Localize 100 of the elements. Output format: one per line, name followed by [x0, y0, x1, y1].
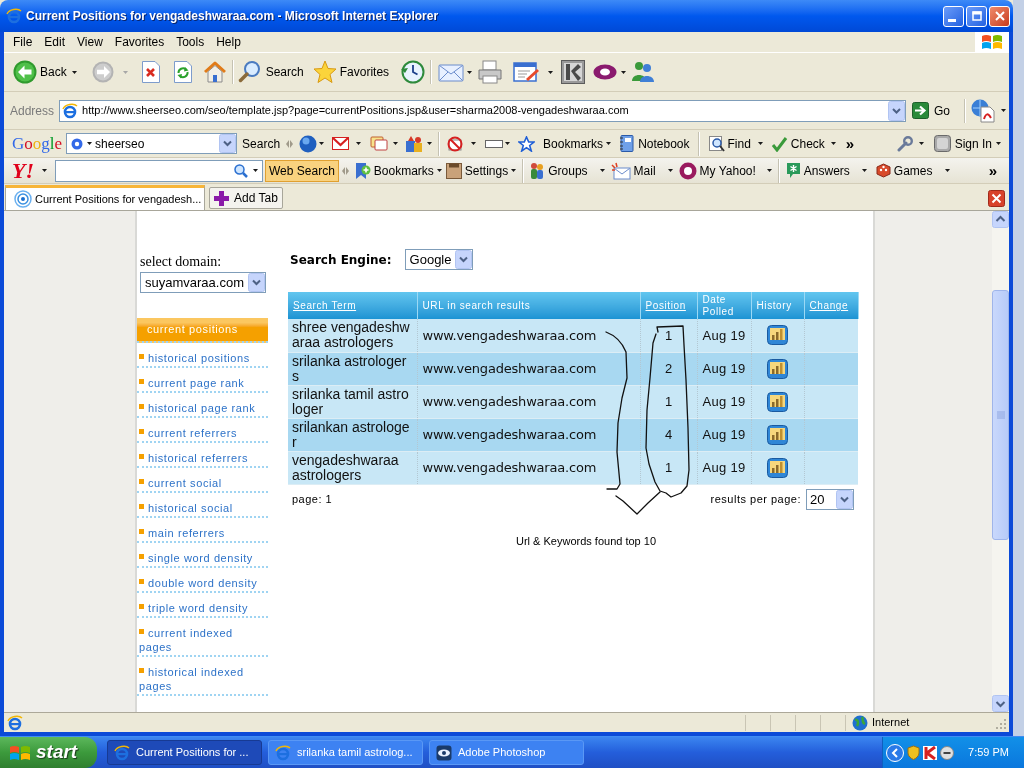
- back-button[interactable]: Back: [13, 60, 67, 84]
- go-button[interactable]: Go: [912, 101, 951, 120]
- results-per-page-select[interactable]: 20: [806, 489, 854, 510]
- dropdown-caret-icon[interactable]: [944, 169, 950, 172]
- more-button[interactable]: »: [988, 163, 997, 178]
- history-icon[interactable]: [400, 60, 426, 84]
- search-field[interactable]: sheerseo: [66, 133, 238, 154]
- toolbar-button[interactable]: Games: [875, 161, 933, 180]
- scroll-down-button[interactable]: [992, 695, 1009, 712]
- favorites-button[interactable]: Favorites: [312, 60, 390, 84]
- dropdown-caret-icon[interactable]: [42, 169, 47, 172]
- dropdown-caret-icon[interactable]: [436, 169, 442, 172]
- dropdown-caret-icon[interactable]: [471, 142, 477, 145]
- globe-document-icon[interactable]: [970, 98, 997, 123]
- bookmarks-button[interactable]: Bookmarks: [518, 134, 604, 153]
- home-icon[interactable]: [202, 61, 227, 83]
- square-logo-icon[interactable]: [561, 60, 586, 84]
- no-entry-icon[interactable]: [447, 135, 464, 152]
- dropdown-caret-icon[interactable]: [606, 142, 612, 145]
- address-field[interactable]: http://www.sheerseo.com/seo/template.jsp?page=currentPositions.jsp&user=sharma2008-vengadeshwaraa.com: [59, 99, 907, 122]
- find-button[interactable]: Find: [708, 134, 751, 153]
- taskbar-button[interactable]: srilanka tamil astrolog...: [268, 740, 423, 765]
- more-button[interactable]: »: [845, 136, 855, 151]
- dropdown-caret-icon[interactable]: [319, 142, 325, 145]
- oval-logo-icon[interactable]: [593, 64, 618, 80]
- toolbar-button[interactable]: Settings: [445, 161, 509, 180]
- dropdown-caret-icon[interactable]: [599, 169, 605, 172]
- toolbar-button[interactable]: Mail: [610, 161, 656, 180]
- search-field[interactable]: [55, 159, 263, 182]
- minimize-button[interactable]: [943, 5, 964, 27]
- dropdown-caret-icon[interactable]: [505, 142, 511, 145]
- bar-chart-icon[interactable]: [767, 325, 788, 346]
- vertical-scrollbar[interactable]: [992, 211, 1009, 712]
- nav-link[interactable]: main referrers: [137, 518, 268, 543]
- notebook-button[interactable]: Notebook: [619, 134, 690, 153]
- bar-chart-icon[interactable]: [767, 391, 788, 412]
- nav-link[interactable]: current social: [137, 468, 268, 493]
- dropdown-caret-icon[interactable]: [1001, 109, 1007, 112]
- check-button[interactable]: Check: [770, 134, 825, 153]
- menu-item[interactable]: Edit: [38, 32, 72, 52]
- toolbar-button[interactable]: Bookmarks: [354, 161, 434, 180]
- dropdown-caret-icon[interactable]: [393, 142, 399, 145]
- taskbar-button[interactable]: Current Positions for ...: [107, 740, 262, 765]
- nav-link[interactable]: single word density: [137, 543, 268, 568]
- web-search-button[interactable]: Web Search: [265, 159, 339, 182]
- nav-link[interactable]: current page rank: [137, 368, 268, 393]
- nav-link[interactable]: historical referrers: [137, 443, 268, 468]
- dropdown-caret-icon[interactable]: [918, 142, 924, 145]
- toolbar-button[interactable]: Groups: [529, 161, 588, 180]
- chevron-left-icon[interactable]: [886, 743, 904, 762]
- dropdown-caret-icon[interactable]: [511, 169, 517, 172]
- dropdown-caret-icon[interactable]: [996, 142, 1001, 145]
- search-engine-select[interactable]: Google: [404, 249, 473, 270]
- nav-link[interactable]: historical positions: [137, 343, 268, 368]
- dropdown-caret-icon[interactable]: [757, 142, 763, 145]
- bar-chart-icon[interactable]: [767, 457, 788, 478]
- nav-link[interactable]: double word density: [137, 568, 268, 593]
- dropdown-caret-icon[interactable]: [621, 70, 627, 74]
- toolbar-button[interactable]: My Yahoo!: [678, 161, 756, 180]
- bar-chart-icon[interactable]: [767, 358, 788, 379]
- dropdown-caret-icon[interactable]: [427, 142, 433, 145]
- dropdown-caret-icon[interactable]: [71, 70, 77, 74]
- menu-item[interactable]: Favorites: [108, 32, 171, 52]
- browser-tab[interactable]: Current Positions for vengadesh...: [5, 185, 205, 210]
- taskbar-button[interactable]: Adobe Photoshop: [429, 740, 584, 765]
- shield-icon[interactable]: [907, 745, 920, 760]
- stop-icon[interactable]: [140, 61, 161, 83]
- menu-item[interactable]: View: [71, 32, 109, 52]
- tray-logo-icon[interactable]: [923, 745, 937, 760]
- dropdown-caret-icon[interactable]: [356, 142, 362, 145]
- search-button[interactable]: Search: [242, 134, 281, 153]
- dropdown-caret-icon[interactable]: [861, 169, 867, 172]
- dropdown-caret-icon[interactable]: [467, 70, 473, 74]
- dropdown-caret-icon[interactable]: [253, 169, 258, 172]
- dropdown-caret-icon[interactable]: [766, 169, 772, 172]
- nav-link[interactable]: current referrers: [137, 418, 268, 443]
- dropdown-caret-icon[interactable]: [87, 142, 93, 145]
- resize-grip-icon[interactable]: [995, 718, 1007, 730]
- nav-link[interactable]: historical indexed pages: [137, 657, 268, 696]
- shapes-icon[interactable]: [405, 134, 424, 153]
- minus-circle-icon[interactable]: [940, 745, 954, 760]
- bar-chart-icon[interactable]: [767, 424, 788, 445]
- edit-page-icon[interactable]: [513, 61, 540, 83]
- dropdown-caret-icon[interactable]: [667, 169, 673, 172]
- refresh-icon[interactable]: [172, 61, 193, 83]
- add-tab-button[interactable]: Add Tab: [209, 187, 283, 209]
- wrench-icon[interactable]: [896, 135, 913, 152]
- close-icon[interactable]: [988, 190, 1005, 207]
- nav-link[interactable]: triple word density: [137, 593, 268, 618]
- sign-in-button[interactable]: Sign In: [933, 134, 992, 153]
- dropdown-caret-icon[interactable]: [548, 70, 554, 74]
- scroll-up-button[interactable]: [992, 211, 1009, 228]
- close-button[interactable]: [989, 5, 1010, 27]
- domain-select[interactable]: suyamvaraa.com: [140, 272, 266, 293]
- maximize-button[interactable]: [966, 5, 987, 27]
- menu-item[interactable]: Tools: [170, 32, 211, 52]
- nav-link[interactable]: historical social: [137, 493, 268, 518]
- nav-link[interactable]: historical page rank: [137, 393, 268, 418]
- scrollbar-thumb[interactable]: [992, 290, 1009, 540]
- search-button[interactable]: Search: [237, 60, 304, 84]
